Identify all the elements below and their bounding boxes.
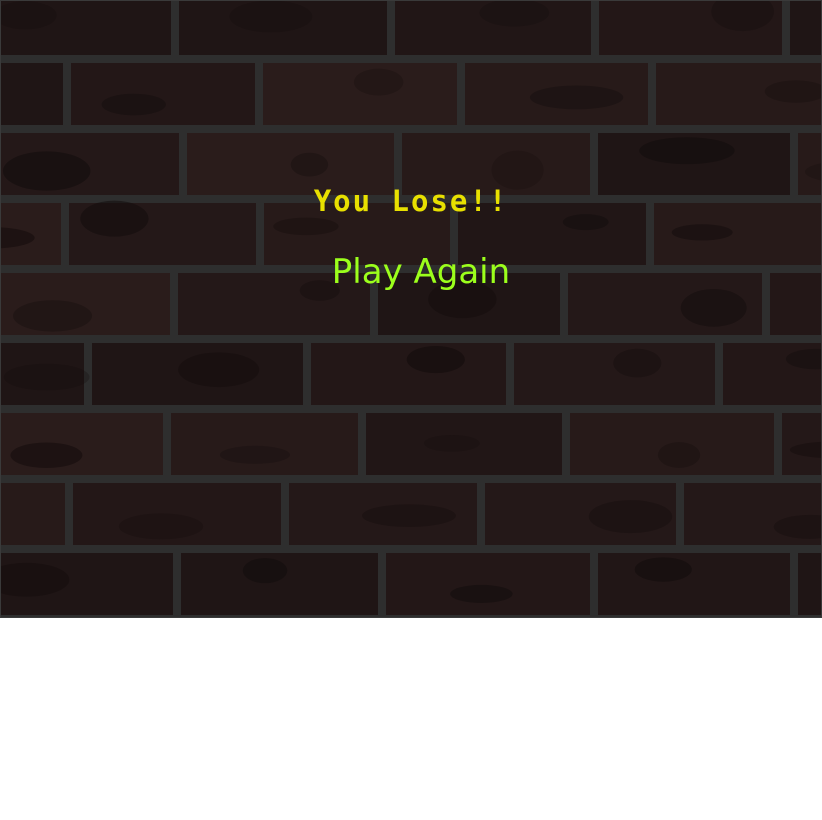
brick [790, 1, 821, 55]
brick [386, 553, 590, 615]
brick-texture [406, 345, 465, 374]
brick [1, 483, 65, 545]
brick-texture [219, 445, 291, 464]
brick-texture [639, 137, 735, 165]
brick [770, 273, 821, 335]
brick-texture [353, 68, 404, 96]
brick-texture [290, 152, 329, 177]
brick [598, 553, 790, 615]
brick-texture [634, 557, 692, 582]
brick [798, 553, 821, 615]
brick-texture [10, 442, 83, 468]
brick [71, 63, 255, 125]
brick-texture [13, 300, 93, 332]
brick-texture [362, 504, 456, 527]
brick-texture [671, 224, 733, 241]
play-again-button[interactable]: Play Again [321, 249, 521, 295]
game-screen: You Lose!! Play Again [0, 0, 822, 618]
brick-texture [118, 513, 204, 540]
brick-texture [178, 352, 260, 388]
brick-texture [229, 1, 313, 33]
brick [1, 63, 63, 125]
brick-texture [613, 348, 662, 378]
brick-texture [101, 93, 166, 116]
brick-texture [529, 85, 624, 110]
brick [263, 63, 457, 125]
brick [1, 413, 163, 475]
brick-texture [273, 217, 339, 236]
game-over-message: You Lose!! [313, 184, 509, 218]
brick-texture [588, 500, 673, 534]
brick-texture [680, 288, 747, 327]
brick [311, 343, 506, 405]
brick-texture [242, 558, 288, 584]
brick [514, 343, 715, 405]
brick [171, 413, 358, 475]
brick-texture [3, 363, 90, 391]
brick-texture [423, 434, 480, 452]
brick-texture [450, 584, 513, 603]
brick-wall-background [1, 1, 821, 617]
brick-texture [657, 442, 701, 468]
